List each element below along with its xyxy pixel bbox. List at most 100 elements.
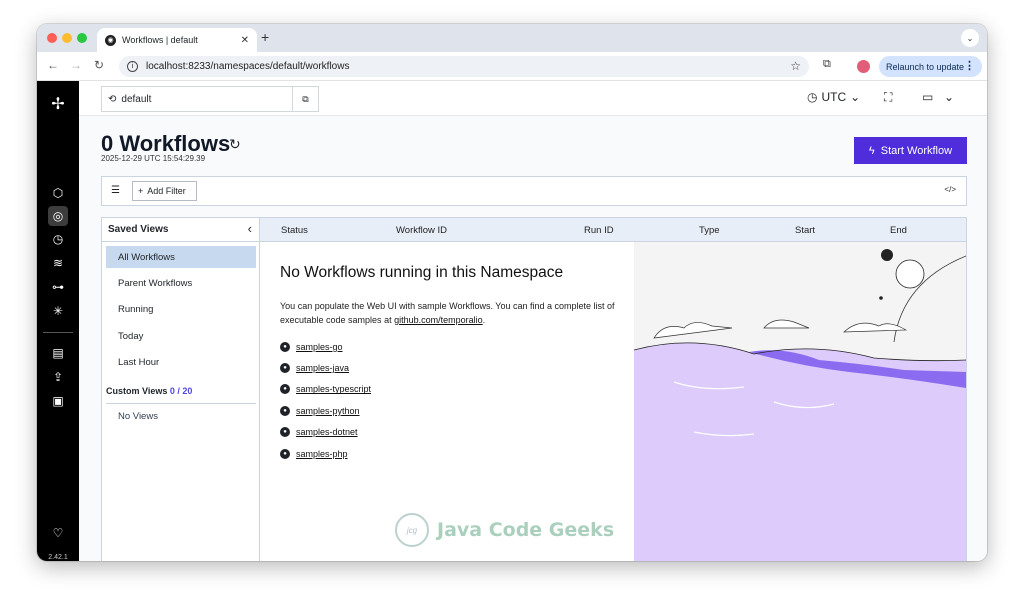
address-bar[interactable]: i localhost:8233/namespaces/default/work… bbox=[119, 56, 809, 77]
browser-tab[interactable]: ◉ Workflows | default ✕ bbox=[97, 28, 257, 52]
sample-link-row[interactable]: ● samples-php bbox=[280, 443, 371, 464]
sample-link[interactable]: samples-dotnet bbox=[296, 427, 358, 437]
sample-link-row[interactable]: ● samples-dotnet bbox=[280, 422, 371, 443]
profile-avatar[interactable] bbox=[857, 60, 870, 73]
timezone-value: UTC bbox=[821, 90, 847, 104]
extensions-icon[interactable]: ⧉ bbox=[823, 58, 831, 71]
browser-toolbar: ← → ↻ i localhost:8233/namespaces/defaul… bbox=[37, 52, 987, 81]
archive-icon[interactable]: ▤ bbox=[48, 343, 68, 363]
sample-link[interactable]: samples-typescript bbox=[296, 384, 371, 394]
custom-views-count: 0 / 20 bbox=[169, 386, 193, 396]
space-illustration bbox=[634, 242, 966, 561]
sample-link[interactable]: samples-php bbox=[296, 449, 348, 459]
cube-icon[interactable]: ⬡ bbox=[48, 183, 68, 203]
illustration-dark-planet bbox=[881, 249, 893, 261]
app-topbar: ⟲ default ⧉ ◷ UTC ⌄ ⛶ ▭ ⌄ bbox=[79, 81, 987, 116]
tab-search-icon[interactable]: ⌄ bbox=[961, 29, 979, 47]
no-views-text: No Views bbox=[118, 411, 158, 422]
saved-view-item[interactable]: All Workflows bbox=[106, 246, 256, 268]
url-text: localhost:8233/namespaces/default/workfl… bbox=[146, 61, 350, 72]
github-icon: ● bbox=[280, 341, 290, 352]
forward-icon[interactable]: → bbox=[70, 58, 82, 72]
temporal-logo-icon[interactable]: ✢ bbox=[48, 94, 68, 114]
back-icon[interactable]: ← bbox=[47, 58, 59, 72]
sample-link-row[interactable]: ● samples-go bbox=[280, 336, 371, 357]
custom-views-divider bbox=[106, 403, 256, 404]
illustration-moon bbox=[895, 259, 925, 289]
asterisk-icon[interactable]: ✳ bbox=[48, 301, 68, 321]
watermark-text: Java Code Geeks bbox=[437, 519, 615, 541]
watermark-logo: jcg bbox=[395, 513, 429, 547]
saved-views-header: Saved Views ‹ bbox=[102, 218, 259, 242]
bookmark-star-icon[interactable]: ☆ bbox=[790, 59, 801, 73]
site-info-icon[interactable]: i bbox=[127, 61, 138, 72]
browser-menu-icon[interactable]: ⋮ bbox=[964, 59, 975, 72]
namespace-selector[interactable]: ⟲ default ⧉ bbox=[101, 86, 319, 112]
menu-chevron-icon[interactable]: ⌄ bbox=[944, 90, 954, 104]
open-namespace-icon[interactable]: ⧉ bbox=[292, 87, 318, 111]
custom-views-header: Custom Views 0 / 20 bbox=[106, 386, 192, 396]
filter-bar: ☰ + Add Filter </> bbox=[101, 176, 967, 206]
add-filter-button[interactable]: + Add Filter bbox=[132, 181, 197, 201]
sample-link-row[interactable]: ● samples-typescript bbox=[280, 379, 371, 400]
add-filter-label: Add Filter bbox=[147, 186, 186, 196]
minimize-window-button[interactable] bbox=[62, 33, 72, 43]
start-workflow-button[interactable]: ϟ Start Workflow bbox=[854, 137, 967, 164]
workflows-icon[interactable]: ◎ bbox=[48, 206, 68, 226]
lightning-icon: ϟ bbox=[868, 144, 875, 157]
empty-heading: No Workflows running in this Namespace bbox=[280, 264, 564, 281]
column-header[interactable]: Workflow ID bbox=[396, 225, 447, 236]
illustration-star bbox=[879, 296, 883, 300]
workflows-table: Status Workflow ID Run ID Type Start End No W… bbox=[260, 217, 967, 561]
sample-link-row[interactable]: ● samples-java bbox=[280, 357, 371, 378]
watermark: jcg Java Code Geeks bbox=[395, 513, 614, 547]
empty-description: You can populate the Web UI with sample … bbox=[280, 299, 620, 327]
nexus-icon[interactable]: ⊶ bbox=[48, 277, 68, 297]
labs-icon[interactable]: ⛶ bbox=[884, 90, 892, 105]
relaunch-label: Relaunch to update bbox=[886, 61, 965, 72]
sample-link-row[interactable]: ● samples-python bbox=[280, 400, 371, 421]
github-link[interactable]: github.com/temporalio bbox=[394, 315, 483, 325]
globe-icon: ◉ bbox=[105, 34, 116, 46]
saved-view-item[interactable]: Parent Workflows bbox=[106, 272, 256, 294]
empty-state: No Workflows running in this Namespace Y… bbox=[280, 264, 620, 327]
new-tab-icon[interactable]: + bbox=[261, 29, 269, 45]
plus-icon: + bbox=[138, 186, 144, 196]
refresh-icon[interactable]: ↻ bbox=[229, 136, 241, 153]
relaunch-button[interactable]: Relaunch to update ⋮ bbox=[879, 56, 982, 77]
calendar-icon[interactable]: ▭ bbox=[922, 90, 933, 104]
column-header[interactable]: Status bbox=[281, 225, 308, 236]
close-tab-icon[interactable]: ✕ bbox=[241, 35, 249, 46]
code-view-icon[interactable]: </> bbox=[944, 185, 956, 194]
reload-icon[interactable]: ↻ bbox=[94, 58, 104, 72]
schedules-icon[interactable]: ◷ bbox=[48, 229, 68, 249]
collapse-chevron-icon[interactable]: ‹ bbox=[248, 221, 252, 236]
saved-view-item[interactable]: Last Hour bbox=[106, 351, 256, 373]
samples-list: ● samples-go ● samples-java ● samples-typescr… bbox=[280, 336, 371, 464]
table-header: Status Workflow ID Run ID Type Start End bbox=[260, 218, 966, 242]
close-window-button[interactable] bbox=[47, 33, 57, 43]
column-header[interactable]: Start bbox=[795, 225, 815, 236]
namespace-icon: ⟲ bbox=[108, 93, 117, 105]
saved-view-item[interactable]: Today bbox=[106, 325, 256, 347]
sample-link[interactable]: samples-go bbox=[296, 342, 343, 352]
version-label: 2.42.1 bbox=[48, 554, 68, 561]
page-timestamp: 2025-12-29 UTC 15:54:29.39 bbox=[101, 154, 206, 163]
dashboard-icon[interactable]: ▣ bbox=[48, 391, 68, 411]
column-header[interactable]: Run ID bbox=[584, 225, 614, 236]
sample-link[interactable]: samples-java bbox=[296, 363, 349, 373]
column-header[interactable]: Type bbox=[699, 225, 720, 236]
feedback-heart-icon[interactable]: ♡ bbox=[48, 523, 68, 543]
browser-window: ◉ Workflows | default ✕ + ⌄ ← → ↻ i loca… bbox=[37, 24, 987, 561]
timezone-dropdown[interactable]: ◷ UTC ⌄ bbox=[807, 90, 860, 104]
column-header[interactable]: End bbox=[890, 225, 907, 236]
import-icon[interactable]: ⇪ bbox=[48, 367, 68, 387]
left-nav-rail: ✢ ⬡ ◎ ◷ ≋ ⊶ ✳ ▤ ⇪ ▣ ♡ 2.42.1 bbox=[37, 81, 79, 561]
github-icon: ● bbox=[280, 405, 290, 416]
github-icon: ● bbox=[280, 384, 290, 395]
layers-icon[interactable]: ≋ bbox=[48, 253, 68, 273]
sample-link[interactable]: samples-python bbox=[296, 406, 360, 416]
filter-icon[interactable]: ☰ bbox=[111, 185, 120, 196]
saved-view-item[interactable]: Running bbox=[106, 298, 256, 320]
maximize-window-button[interactable] bbox=[77, 33, 87, 43]
